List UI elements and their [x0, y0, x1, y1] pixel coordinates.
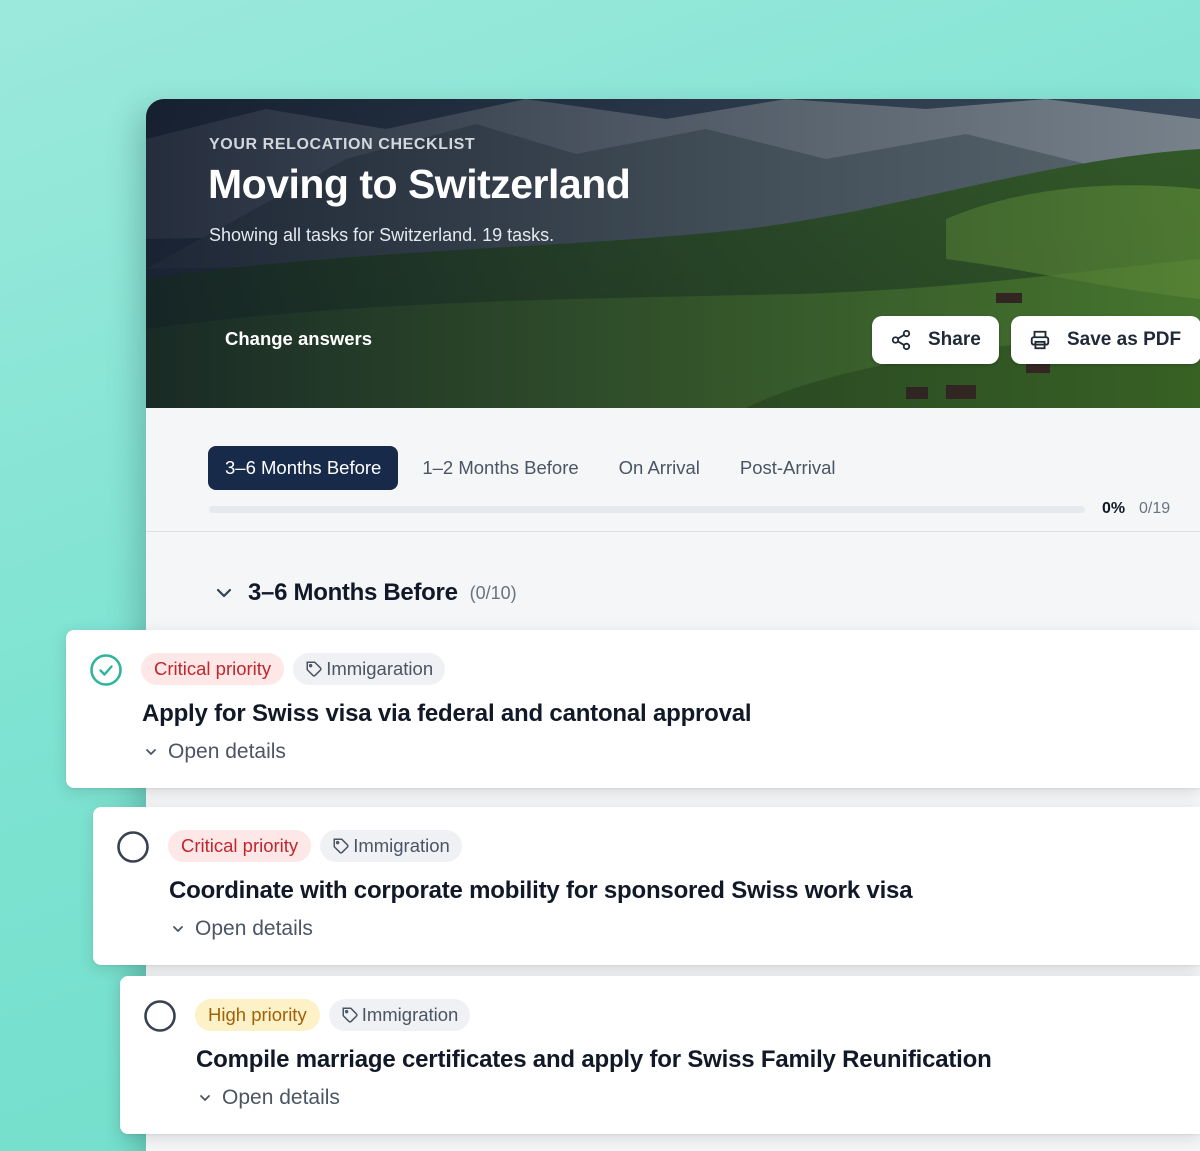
page-title: Moving to Switzerland	[208, 161, 631, 207]
category-badge: Immigration	[320, 830, 462, 862]
open-details-toggle[interactable]: Open details	[198, 1086, 340, 1110]
check-circle-icon[interactable]	[90, 654, 122, 686]
chevron-down-icon	[173, 926, 183, 932]
hero-eyebrow: YOUR RELOCATION CHECKLIST	[209, 136, 476, 153]
task-card: Critical priority Immigration Coordinate…	[93, 807, 1200, 965]
tab-on-arrival[interactable]: On Arrival	[603, 446, 716, 490]
task-title: Coordinate with corporate mobility for s…	[169, 877, 913, 904]
open-details-label: Open details	[195, 917, 313, 940]
share-button-label: Share	[928, 329, 981, 350]
task-card: High priority Immigration Compile marria…	[120, 976, 1200, 1134]
section-title: 3–6 Months Before	[248, 579, 458, 606]
task-title: Compile marriage certificates and apply …	[196, 1046, 992, 1073]
tag-icon	[341, 1006, 359, 1024]
chevron-down-icon	[146, 749, 156, 755]
section-count: (0/10)	[469, 582, 517, 603]
share-button[interactable]: Share	[872, 316, 999, 364]
phase-tabs: 3–6 Months Before 1–2 Months Before On A…	[208, 446, 859, 490]
progress-bar	[209, 506, 1085, 513]
open-details-toggle[interactable]: Open details	[171, 917, 313, 941]
task-card: Critical priority Immigaration Apply for…	[66, 630, 1200, 788]
empty-circle-icon[interactable]	[117, 831, 149, 863]
chevron-down-icon	[200, 1095, 210, 1101]
category-badge: Immigaration	[293, 653, 446, 685]
save-as-pdf-label: Save as PDF	[1067, 329, 1182, 350]
task-tags: Critical priority Immigration	[168, 830, 471, 862]
priority-badge: Critical priority	[168, 830, 312, 862]
priority-badge: Critical priority	[141, 653, 285, 685]
category-label: Immigration	[361, 1004, 459, 1025]
category-label: Immigration	[353, 835, 450, 856]
task-tags: High priority Immigration	[195, 999, 479, 1031]
task-tags: Critical priority Immigaration	[141, 653, 454, 685]
tag-icon	[332, 837, 350, 855]
priority-badge: High priority	[195, 999, 320, 1031]
hero-banner: YOUR RELOCATION CHECKLIST Moving to Swit…	[146, 99, 1200, 408]
category-badge: Immigration	[328, 999, 471, 1031]
tab-post-arrival[interactable]: Post-Arrival	[724, 446, 852, 490]
section-header[interactable]: 3–6 Months Before (0/10)	[214, 579, 517, 607]
hero-subtitle: Showing all tasks for Switzerland. 19 ta…	[209, 225, 555, 245]
empty-circle-icon[interactable]	[144, 1000, 176, 1032]
task-title: Apply for Swiss visa via federal and can…	[142, 700, 752, 727]
change-answers-link[interactable]: Change answers	[225, 328, 372, 350]
open-details-toggle[interactable]: Open details	[144, 740, 286, 764]
progress-percent: 0%	[1102, 500, 1126, 517]
share-icon	[890, 329, 912, 351]
category-label: Immigaration	[326, 658, 434, 679]
chevron-down-icon	[216, 588, 232, 598]
progress-count: 0/19	[1139, 500, 1171, 517]
divider	[146, 531, 1200, 532]
tab-3-6-months-before[interactable]: 3–6 Months Before	[208, 446, 399, 490]
tab-1-2-months-before[interactable]: 1–2 Months Before	[406, 446, 594, 490]
printer-icon	[1029, 329, 1051, 351]
open-details-label: Open details	[168, 740, 286, 763]
tag-icon	[305, 660, 323, 678]
save-as-pdf-button[interactable]: Save as PDF	[1011, 316, 1200, 364]
open-details-label: Open details	[222, 1086, 340, 1109]
